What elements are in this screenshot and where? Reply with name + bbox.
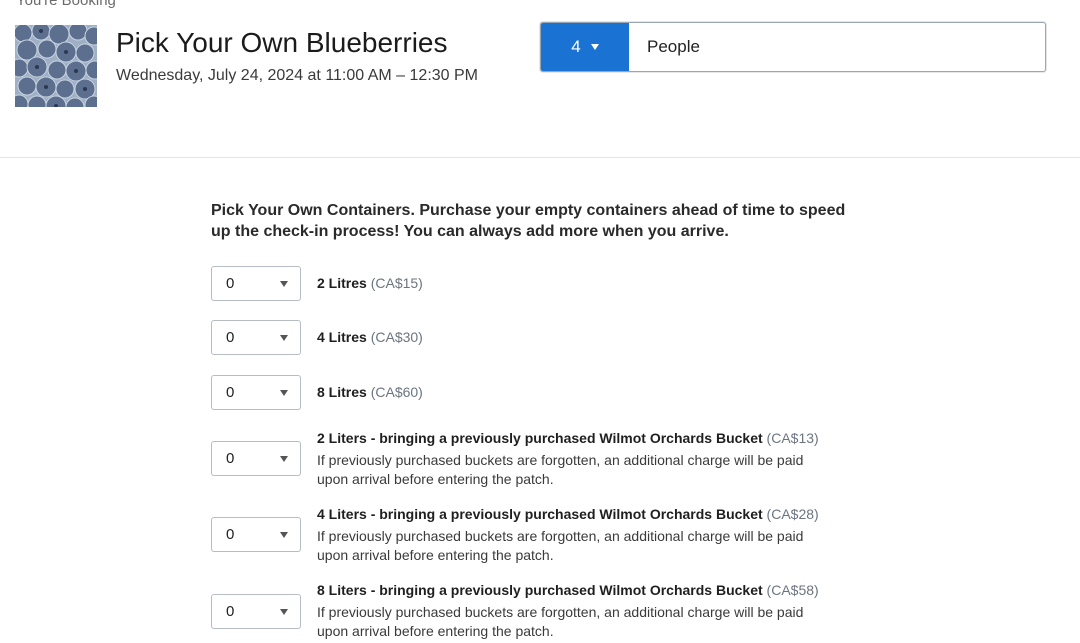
event-title: Pick Your Own Blueberries (116, 27, 448, 58)
chevron-down-icon (280, 389, 288, 396)
quantity-value: 0 (226, 603, 235, 620)
chevron-down-icon (280, 531, 288, 538)
option-name: 2 Liters - bringing a previously purchas… (317, 430, 763, 446)
party-size-label: People (647, 37, 700, 56)
blueberries-image (15, 25, 97, 107)
party-size-picker: 4 People (540, 22, 1046, 72)
option-price: (CA$30) (370, 329, 423, 345)
quantity-value: 0 (226, 526, 235, 543)
quantity-dropdown[interactable]: 0 (211, 441, 301, 476)
quantity-dropdown[interactable]: 0 (211, 266, 301, 301)
quantity-value: 0 (226, 329, 235, 346)
option-price: (CA$58) (766, 582, 819, 598)
option-price: (CA$28) (766, 506, 819, 522)
option-note: If previously purchased buckets are forg… (317, 604, 804, 639)
chevron-down-icon (280, 280, 288, 287)
quantity-dropdown[interactable]: 0 (211, 517, 301, 552)
option-price: (CA$13) (766, 430, 819, 446)
option-item: 4 Liters - bringing a previously purchas… (317, 505, 857, 565)
quantity-dropdown[interactable]: 0 (211, 594, 301, 629)
event-date: Wednesday, July 24, 2024 at 11:00 AM – 1… (116, 67, 479, 84)
chevron-down-icon (280, 608, 288, 615)
quantity-value: 0 (226, 384, 235, 401)
section-heading: Pick Your Own Containers. Purchase your … (211, 202, 846, 240)
option-item: 4 Litres (CA$30) (317, 328, 857, 347)
option-name: 8 Litres (317, 384, 367, 400)
quantity-value: 0 (226, 450, 235, 467)
option-item: 2 Litres (CA$15) (317, 274, 857, 293)
party-size-value: 4 (571, 37, 581, 56)
quantity-dropdown[interactable]: 0 (211, 320, 301, 355)
option-price: (CA$60) (370, 384, 423, 400)
quantity-value: 0 (226, 275, 235, 292)
party-size-dropdown[interactable]: 4 (541, 23, 629, 71)
event-thumbnail-image (15, 25, 97, 107)
option-item: 8 Liters - bringing a previously purchas… (317, 581, 857, 641)
chevron-down-icon (590, 44, 599, 50)
option-item: 2 Liters - bringing a previously purchas… (317, 429, 857, 489)
quantity-dropdown[interactable]: 0 (211, 375, 301, 410)
chevron-down-icon (280, 455, 288, 462)
booking-label: You're Booking (16, 0, 116, 9)
option-name: 4 Liters - bringing a previously purchas… (317, 506, 763, 522)
chevron-down-icon (280, 334, 288, 341)
option-name: 4 Litres (317, 329, 367, 345)
option-item: 8 Litres (CA$60) (317, 383, 857, 402)
option-note: If previously purchased buckets are forg… (317, 452, 804, 487)
section-divider (0, 157, 1080, 158)
option-name: 8 Liters - bringing a previously purchas… (317, 582, 763, 598)
option-name: 2 Litres (317, 275, 367, 291)
option-price: (CA$15) (370, 275, 423, 291)
option-note: If previously purchased buckets are forg… (317, 528, 804, 563)
